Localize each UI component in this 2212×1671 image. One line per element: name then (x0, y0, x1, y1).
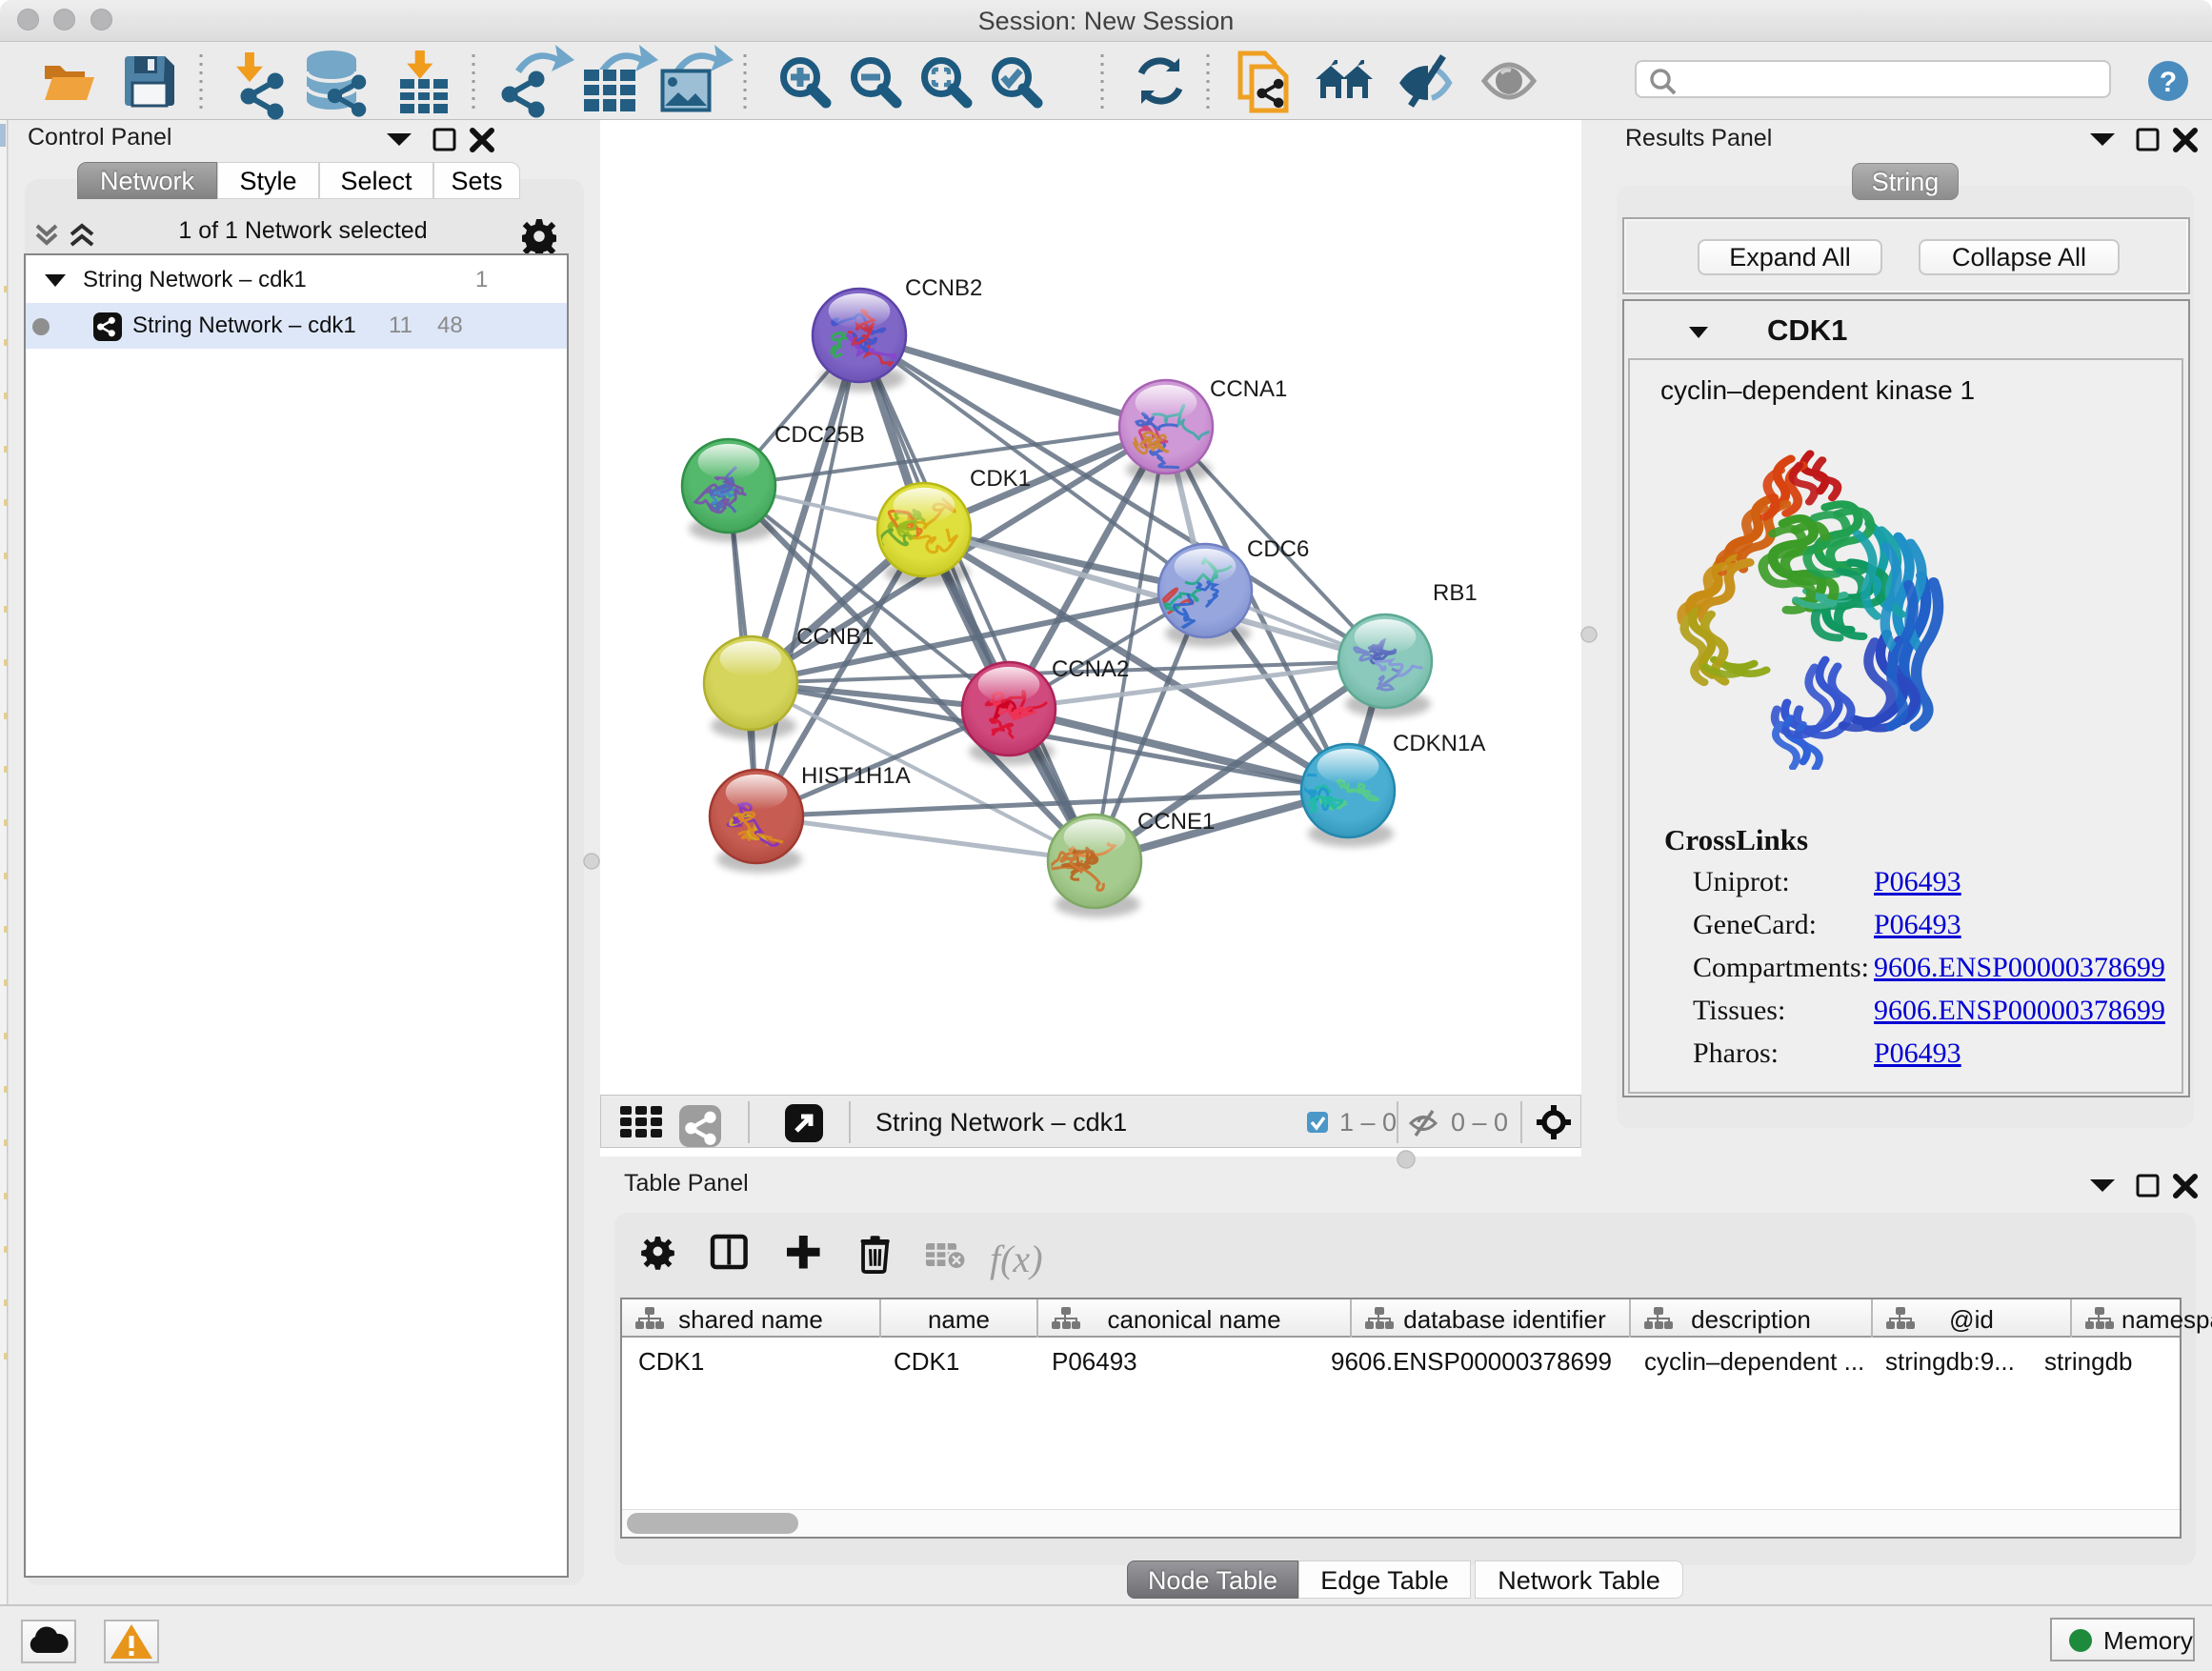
svg-text:CDKN1A: CDKN1A (1393, 731, 1485, 756)
svg-text:f(x): f(x) (990, 1238, 1043, 1280)
svg-text:?: ? (2160, 67, 2177, 98)
svg-text:1 – 0: 1 – 0 (1339, 1108, 1397, 1137)
svg-text:HIST1H1A: HIST1H1A (801, 763, 911, 789)
svg-text:CDC25B: CDC25B (774, 422, 865, 448)
svg-text:CCNA1: CCNA1 (1210, 376, 1287, 402)
svg-text:RB1: RB1 (1433, 580, 1478, 606)
svg-text:CDC6: CDC6 (1247, 536, 1309, 562)
svg-text:CCNA2: CCNA2 (1052, 656, 1129, 682)
svg-text:0 – 0: 0 – 0 (1451, 1108, 1508, 1137)
svg-text:CDK1: CDK1 (970, 466, 1031, 492)
svg-text:String Network – cdk1: String Network – cdk1 (875, 1108, 1127, 1137)
svg-text:CCNE1: CCNE1 (1137, 809, 1215, 835)
svg-text:CCNB2: CCNB2 (905, 275, 982, 301)
svg-text:CCNB1: CCNB1 (796, 624, 874, 650)
